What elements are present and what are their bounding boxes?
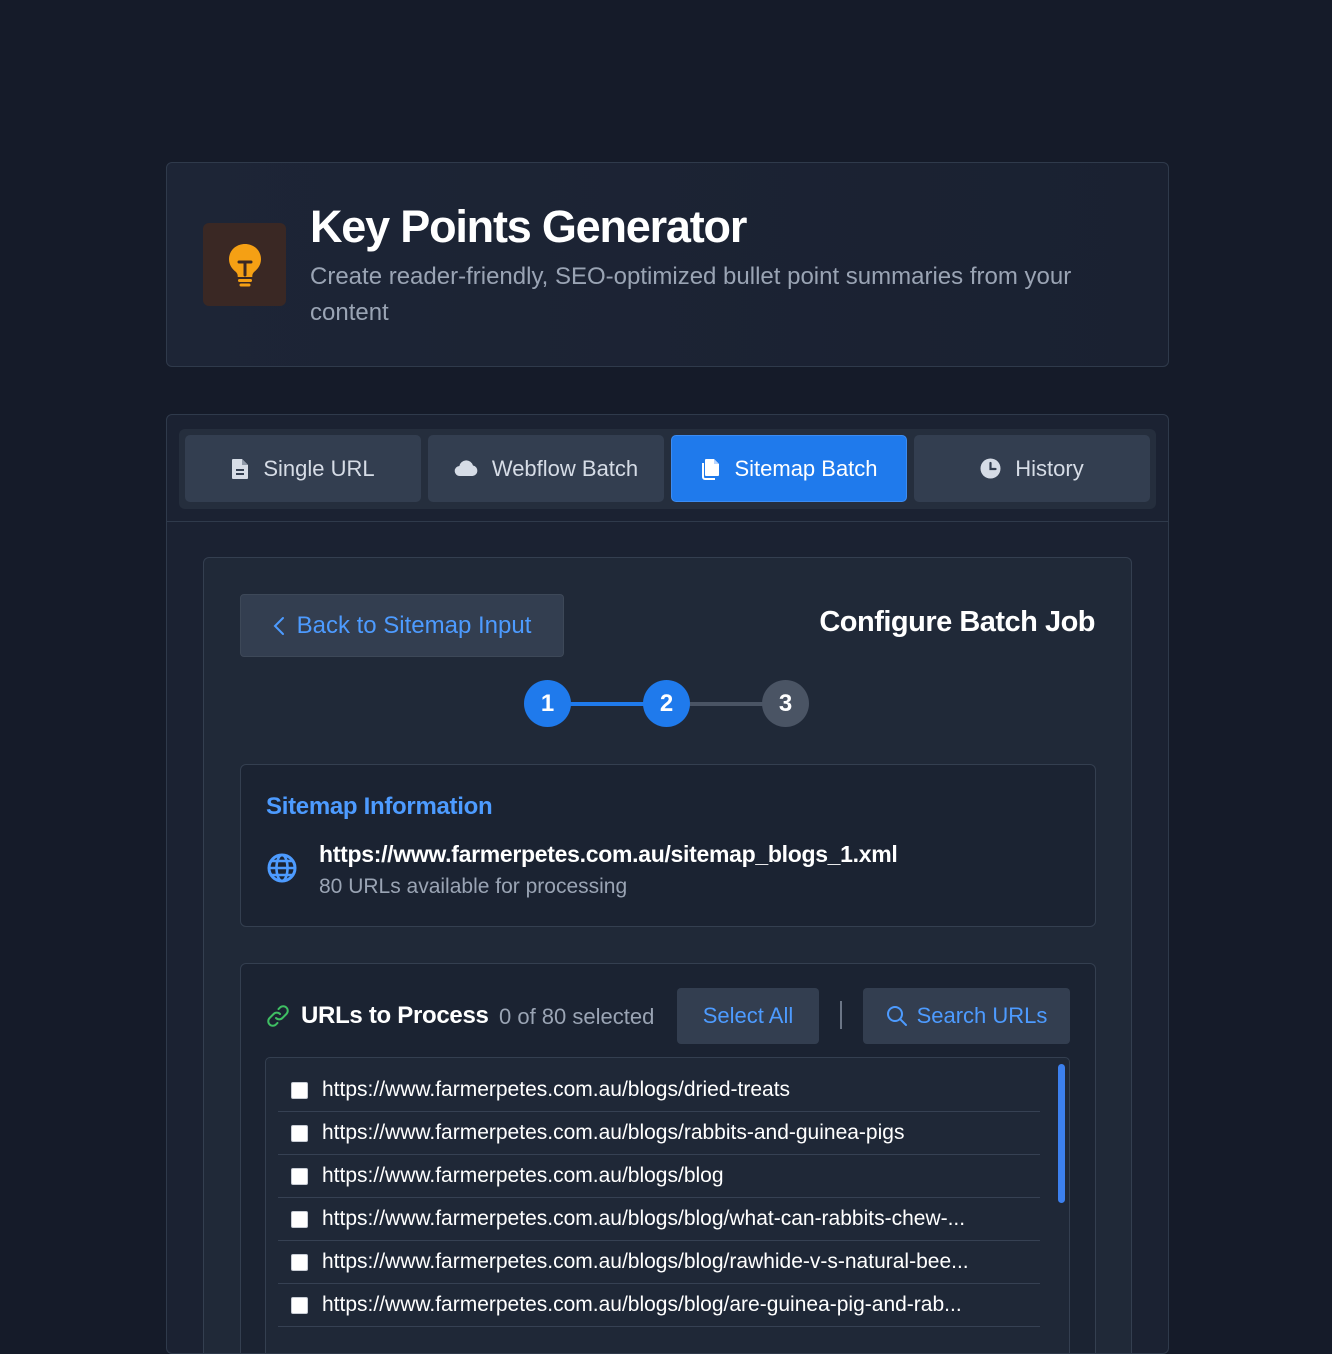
- files-icon: [702, 458, 720, 480]
- configure-batch-card: Back to Sitemap Input Configure Batch Jo…: [203, 557, 1132, 1353]
- url-checkbox[interactable]: [291, 1296, 308, 1314]
- main-panel: Single URL Webflow Batch Sitemap Batch H…: [166, 414, 1169, 1354]
- url-list[interactable]: https://www.farmerpetes.com.au/blogs/dri…: [265, 1057, 1070, 1353]
- sitemap-info-card: Sitemap Information https://www.farmerpe…: [240, 764, 1096, 927]
- url-checkbox[interactable]: [291, 1167, 308, 1185]
- search-urls-button[interactable]: Search URLs: [863, 988, 1070, 1044]
- url-text: https://www.farmerpetes.com.au/blogs/blo…: [322, 1293, 962, 1316]
- tab-bar: Single URL Webflow Batch Sitemap Batch H…: [179, 429, 1156, 509]
- url-text: https://www.farmerpetes.com.au/blogs/blo…: [322, 1164, 724, 1187]
- urls-to-process-card: URLs to Process 0 of 80 selected Select …: [240, 963, 1096, 1353]
- lightbulb-icon: [228, 243, 261, 286]
- url-text: https://www.farmerpetes.com.au/blogs/dri…: [322, 1078, 791, 1101]
- cloud-icon: [454, 460, 478, 477]
- tab-label: Single URL: [263, 455, 375, 481]
- selection-count: 0 of 80 selected: [499, 1004, 655, 1029]
- select-all-button[interactable]: Select All: [677, 988, 819, 1044]
- app-logo: [203, 223, 286, 306]
- tab-history[interactable]: History: [914, 435, 1150, 502]
- url-text: https://www.farmerpetes.com.au/blogs/blo…: [322, 1250, 969, 1273]
- sitemap-url: https://www.farmerpetes.com.au/sitemap_b…: [319, 841, 898, 867]
- clock-icon: [980, 458, 1001, 479]
- list-item[interactable]: https://www.farmerpetes.com.au/blogs/blo…: [278, 1198, 1040, 1241]
- url-text: https://www.farmerpetes.com.au/blogs/blo…: [322, 1207, 966, 1230]
- urls-title: URLs to Process: [301, 1002, 489, 1029]
- link-icon: [267, 1005, 289, 1027]
- tab-label: History: [1015, 455, 1084, 481]
- tab-sitemap-batch[interactable]: Sitemap Batch: [671, 435, 907, 502]
- tab-label: Webflow Batch: [491, 455, 639, 481]
- step-3: 3: [762, 680, 809, 727]
- step-connector: [683, 702, 773, 706]
- url-checkbox[interactable]: [291, 1081, 308, 1099]
- sitemap-info-heading: Sitemap Information: [266, 793, 493, 820]
- list-item[interactable]: https://www.farmerpetes.com.au/blogs/blo…: [278, 1155, 1040, 1198]
- url-checkbox[interactable]: [291, 1124, 308, 1142]
- url-checkbox[interactable]: [291, 1253, 308, 1271]
- tab-webflow-batch[interactable]: Webflow Batch: [428, 435, 664, 502]
- divider: [840, 1001, 842, 1029]
- url-text: https://www.farmerpetes.com.au/blogs/rab…: [322, 1121, 905, 1144]
- list-item[interactable]: https://www.farmerpetes.com.au/blogs/rab…: [278, 1112, 1040, 1155]
- globe-icon: [267, 853, 297, 883]
- step-1: 1: [524, 680, 571, 727]
- page-title: Configure Batch Job: [819, 606, 1095, 638]
- search-label: Search URLs: [916, 1003, 1048, 1028]
- tab-single-url[interactable]: Single URL: [185, 435, 421, 502]
- step-connector: [564, 702, 654, 706]
- back-to-sitemap-button[interactable]: Back to Sitemap Input: [240, 594, 564, 657]
- step-2: 2: [643, 680, 690, 727]
- divider: [167, 521, 1168, 522]
- list-item[interactable]: https://www.farmerpetes.com.au/blogs/dri…: [278, 1069, 1040, 1112]
- document-icon: [232, 458, 249, 479]
- app-subtitle: Create reader-friendly, SEO-optimized bu…: [310, 263, 1072, 326]
- search-icon: [886, 1006, 907, 1026]
- progress-stepper: 1 2 3: [524, 680, 811, 728]
- back-label: Back to Sitemap Input: [296, 611, 532, 639]
- app-title: Key Points Generator: [310, 201, 747, 252]
- list-item[interactable]: https://www.farmerpetes.com.au/blogs/blo…: [278, 1241, 1040, 1284]
- scrollbar[interactable]: [1058, 1064, 1065, 1203]
- sitemap-url-count: 80 URLs available for processing: [319, 875, 628, 898]
- tab-label: Sitemap Batch: [734, 455, 878, 481]
- url-checkbox[interactable]: [291, 1210, 308, 1228]
- chevron-left-icon: [273, 616, 284, 635]
- list-item[interactable]: https://www.farmerpetes.com.au/blogs/blo…: [278, 1284, 1040, 1327]
- header-card: Key Points Generator Create reader-frien…: [166, 162, 1169, 367]
